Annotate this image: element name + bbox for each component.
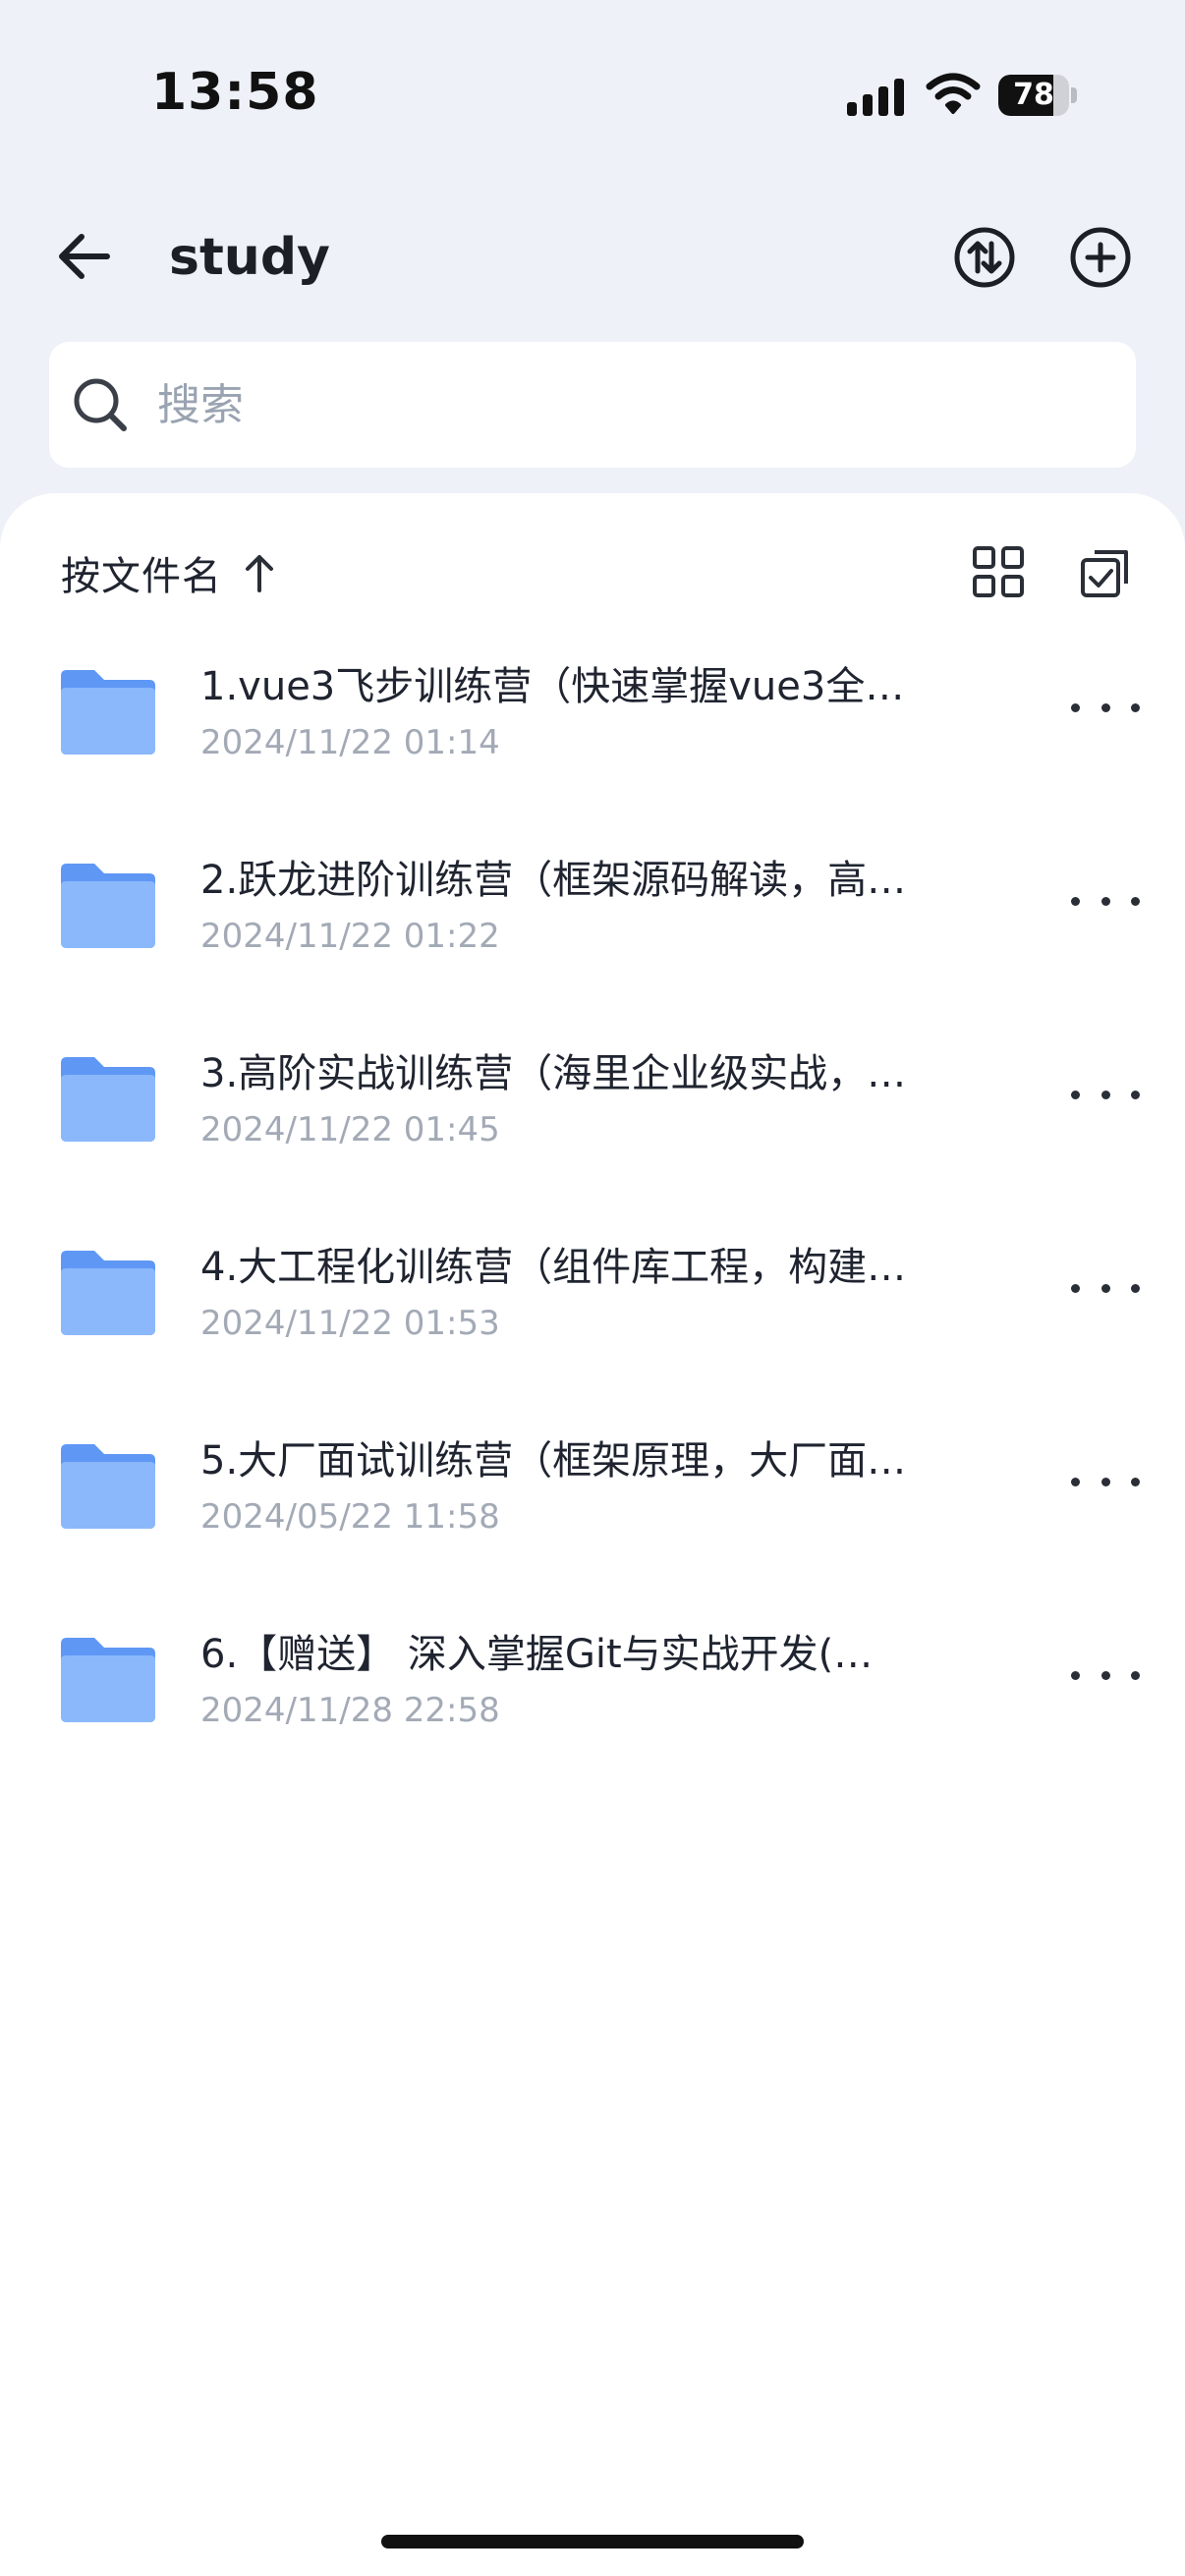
plus-circle-icon [1070,227,1131,288]
file-date: 2024/11/22 01:14 [200,723,500,762]
battery-indicator: 78 [998,75,1077,116]
sort-label: 按文件名 [61,554,222,599]
list-item[interactable]: 6.【赠送】 深入掌握Git与实战开发(… 2024/11/28 22:58 [0,1606,1185,1800]
file-date: 2024/11/22 01:22 [200,917,500,956]
status-bar: 13:58 78 [0,0,1185,147]
folder-icon [61,1057,155,1142]
list-item[interactable]: 1.vue3飞步训练营（快速掌握vue3全… 2024/11/22 01:14 [0,639,1185,832]
arrow-up-icon [246,555,273,592]
file-panel: 按文件名 1.vue3飞步训练营（快速掌握vue3全… 2024/11/22 0… [0,493,1185,2576]
grid-icon[interactable] [969,542,1028,601]
more-options-icon[interactable] [1071,1462,1140,1501]
home-indicator[interactable] [381,2535,804,2548]
file-date: 2024/11/22 01:45 [200,1110,500,1149]
list-item[interactable]: 4.大工程化训练营（组件库工程，构建… 2024/11/22 01:53 [0,1219,1185,1413]
more-options-icon[interactable] [1071,881,1140,921]
folder-icon [61,864,155,948]
file-name: 4.大工程化训练营（组件库工程，构建… [200,1245,907,1290]
list-item[interactable]: 5.大厂面试训练营（框架原理，大厂面… 2024/05/22 11:58 [0,1413,1185,1606]
search-input[interactable] [155,378,1044,431]
file-name: 1.vue3飞步训练营（快速掌握vue3全… [200,664,905,709]
page-title: study [169,228,330,287]
transfer-button[interactable] [949,222,1020,293]
more-options-icon[interactable] [1071,1268,1140,1308]
arrow-left-icon [59,234,110,279]
search-box[interactable] [49,342,1136,468]
folder-icon [61,1444,155,1529]
wifi-icon [926,73,981,114]
file-name: 2.跃龙进阶训练营（框架源码解读，高… [200,858,907,903]
file-date: 2024/11/22 01:53 [200,1304,500,1343]
file-list: 1.vue3飞步训练营（快速掌握vue3全… 2024/11/22 01:14 … [0,639,1185,1800]
transfer-arrows-icon [954,227,1015,288]
folder-icon [61,1638,155,1722]
back-button[interactable] [49,222,118,291]
file-date: 2024/11/28 22:58 [200,1691,500,1730]
sort-button[interactable]: 按文件名 [61,544,279,601]
list-item[interactable]: 2.跃龙进阶训练营（框架源码解读，高… 2024/11/22 01:22 [0,832,1185,1026]
file-name: 6.【赠送】 深入掌握Git与实战开发(… [200,1632,874,1677]
file-name: 5.大厂面试训练营（框架原理，大厂面… [200,1438,907,1484]
more-options-icon[interactable] [1071,688,1140,727]
multi-select-icon[interactable] [1077,542,1136,601]
folder-icon [61,1251,155,1335]
more-options-icon[interactable] [1071,1655,1140,1695]
more-options-icon[interactable] [1071,1075,1140,1114]
file-name: 3.高阶实战训练营（海里企业级实战，… [200,1051,907,1096]
signal-bars-icon [847,79,904,116]
list-item[interactable]: 3.高阶实战训练营（海里企业级实战，… 2024/11/22 01:45 [0,1026,1185,1219]
folder-icon [61,670,155,755]
file-date: 2024/05/22 11:58 [200,1497,500,1537]
battery-level: 78 [1013,78,1054,112]
add-button[interactable] [1065,222,1136,293]
search-icon [74,378,127,431]
status-time: 13:58 [151,63,319,122]
